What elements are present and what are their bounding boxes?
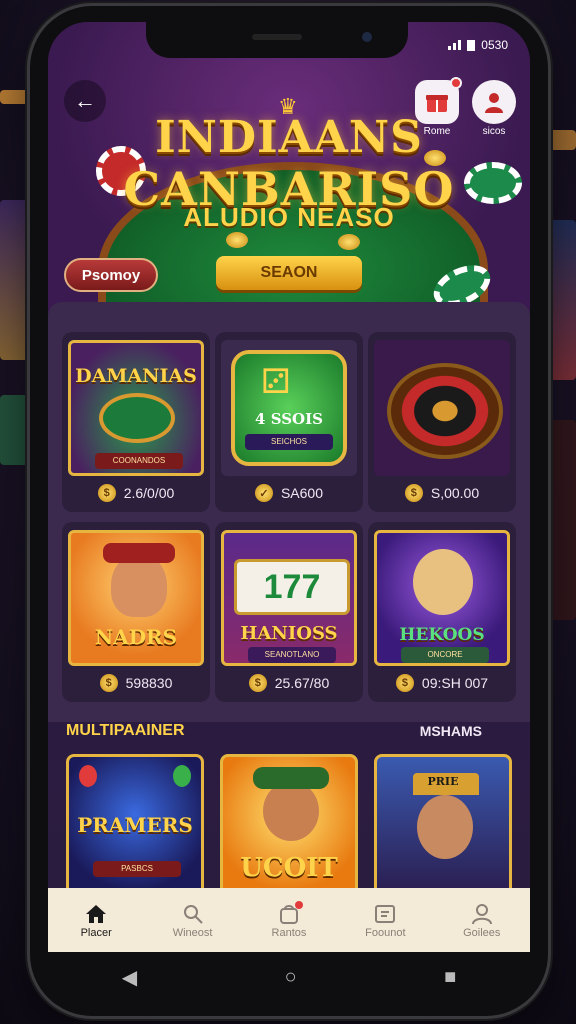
back-button[interactable]: ← <box>64 80 106 122</box>
roulette-wheel-icon <box>387 363 503 459</box>
backdrop-cabinet <box>546 420 576 620</box>
signal-icon <box>448 40 462 50</box>
home-circle-icon[interactable]: ○ <box>285 966 297 989</box>
coin-icon: $ <box>395 674 414 692</box>
bottom-nav: Placer Wineost Rantos Foounot Goilees <box>48 888 530 952</box>
game-art: HEKOOS ONCORE <box>374 530 510 666</box>
nav-item-wallet[interactable]: Foounot <box>345 901 425 939</box>
user-icon <box>485 93 503 113</box>
app-screen: 0530 ♛ INDIAANS CANBARISO ALUDIO NEASO ←… <box>48 22 530 952</box>
backdrop-table <box>0 395 28 465</box>
coin-icon: ✓ <box>254 484 273 502</box>
balloon-icon <box>173 765 191 787</box>
bag-icon <box>249 901 329 927</box>
multiplayer-section-title: MULTIPAAINER <box>66 722 185 739</box>
back-triangle-icon[interactable]: ◀ <box>122 965 137 990</box>
promo-icon-button[interactable] <box>415 77 462 124</box>
promo-icon-label: Rome <box>423 126 451 137</box>
hero-subtitle: ALUDIO NEASO <box>183 202 395 232</box>
game-price: ✓ SA600 <box>215 484 363 502</box>
game-price: $ 25.67/80 <box>215 674 363 692</box>
system-nav-bar: ◀ ○ ■ <box>48 952 530 1002</box>
hero-banner: ♛ INDIAANS CANBARISO ALUDIO NEASO ← Rome… <box>48 22 530 342</box>
game-art <box>374 340 510 476</box>
slot-reels: 177 <box>234 559 350 615</box>
camera-icon <box>362 32 372 42</box>
home-icon <box>56 901 136 927</box>
season-button[interactable]: SEAON <box>216 256 362 290</box>
search-icon <box>153 901 233 927</box>
arrow-left-icon: ← <box>74 88 96 113</box>
nav-item-home[interactable]: Placer <box>56 901 136 939</box>
game-card[interactable]: NADRS $ 598830 <box>62 522 210 702</box>
gold-coin <box>226 232 248 248</box>
multiplayer-card[interactable]: UCOIT <box>220 754 358 904</box>
notification-dot <box>294 901 303 909</box>
user-icon <box>442 901 522 927</box>
hero-title-line1: INDIAANS <box>155 112 423 163</box>
balloon-icon <box>79 765 97 787</box>
backdrop-light <box>0 90 34 104</box>
game-card[interactable]: 177 HANIOSS SEANOTLANO $ 25.67/80 <box>215 522 363 702</box>
nav-item-profile[interactable]: Goilees <box>442 901 522 939</box>
host-avatar <box>417 795 473 859</box>
hat-icon <box>103 543 175 563</box>
multiplayer-more-link[interactable]: MSHAMS <box>420 723 482 739</box>
dice-icon: ⚂ <box>261 363 291 401</box>
nav-item-bag[interactable]: Rantos <box>249 901 329 939</box>
roulette-table-icon <box>99 393 175 443</box>
game-card[interactable]: ⚂ 4 SSOIS SEICHOS ✓ SA600 <box>215 332 363 512</box>
game-art: NADRS <box>68 530 204 666</box>
gift-icon <box>426 95 448 112</box>
coin-icon: $ <box>404 484 423 502</box>
notch <box>146 22 408 58</box>
hat-icon <box>253 767 329 789</box>
status-bar: 0530 <box>448 38 508 52</box>
game-art: ⚂ 4 SSOIS SEICHOS <box>221 340 357 476</box>
status-time: 0530 <box>481 38 508 52</box>
multiplayer-card[interactable]: PRAMERS PASBCS <box>66 754 204 904</box>
gold-coin <box>338 234 360 250</box>
game-card[interactable]: HEKOOS ONCORE $ 09:SH 007 <box>368 522 516 702</box>
battery-icon <box>467 39 476 51</box>
backdrop-slot-machine <box>546 220 576 380</box>
singer-avatar <box>413 549 473 615</box>
host-avatar <box>263 781 319 841</box>
backdrop-slot-machine <box>0 200 30 360</box>
recents-square-icon[interactable]: ■ <box>444 966 456 989</box>
game-art: DAMANIAS COONANDOS <box>68 340 204 476</box>
profile-icon-label: sicos <box>482 126 506 137</box>
promo-pill-button[interactable]: Psomoy <box>64 258 158 292</box>
coin-icon: $ <box>248 674 267 692</box>
wallet-icon <box>345 901 425 927</box>
game-card[interactable]: DAMANIAS COONANDOS $ 2.6/0/00 <box>62 332 210 512</box>
game-card[interactable]: $ S,00.00 <box>368 332 516 512</box>
game-price: $ 2.6/0/00 <box>62 484 210 502</box>
profile-icon-button[interactable] <box>472 80 516 124</box>
game-price: $ S,00.00 <box>368 484 516 502</box>
nav-item-search[interactable]: Wineost <box>153 901 233 939</box>
game-price: $ 598830 <box>62 674 210 692</box>
multiplayer-card[interactable]: PRIE <box>374 754 512 904</box>
game-price: $ 09:SH 007 <box>368 674 516 692</box>
game-art: 177 HANIOSS SEANOTLANO <box>221 530 357 666</box>
coin-icon: $ <box>97 484 116 502</box>
notification-dot <box>450 77 462 89</box>
games-grid: DAMANIAS COONANDOS $ 2.6/0/00 ⚂ 4 SSOIS … <box>48 302 530 722</box>
coin-icon: $ <box>99 674 118 692</box>
